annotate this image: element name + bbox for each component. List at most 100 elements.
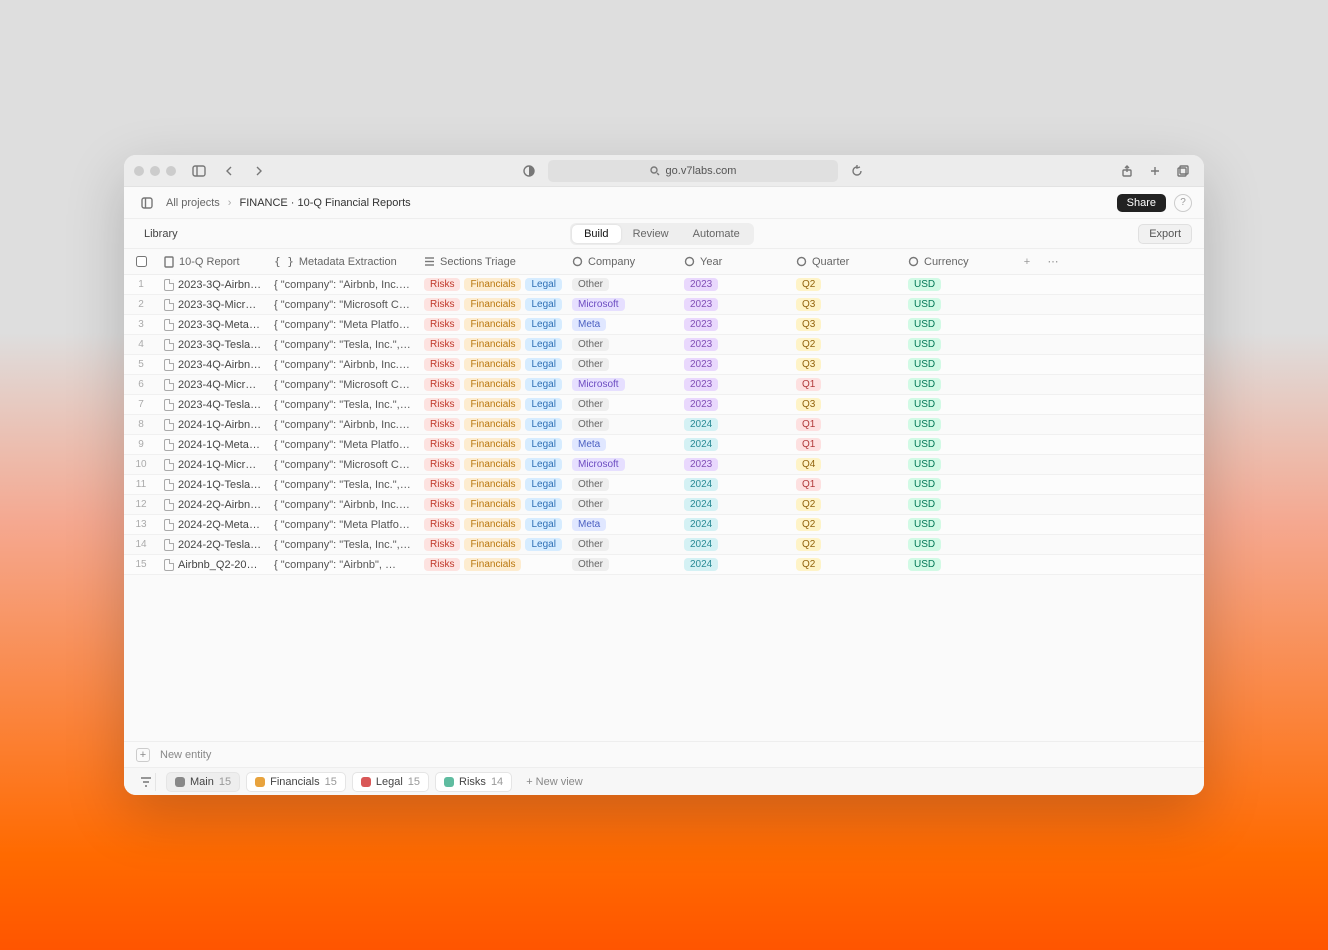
file-cell[interactable]: 2024-2Q-Meta.pdf <box>158 519 268 531</box>
new-view-button[interactable]: + New view <box>518 773 591 791</box>
sections-cell[interactable]: RisksFinancialsLegal <box>418 338 566 351</box>
panel-icon[interactable] <box>136 192 158 214</box>
share-icon[interactable] <box>1116 160 1138 182</box>
quarter-cell[interactable]: Q3 <box>790 318 902 331</box>
company-cell[interactable]: Other <box>566 418 678 431</box>
currency-cell[interactable]: USD <box>902 418 1014 431</box>
nav-forward-icon[interactable] <box>248 160 270 182</box>
table-row[interactable]: 12023-3Q-Airbnb.pdf{ "company": "Airbnb,… <box>124 275 1204 295</box>
year-cell[interactable]: 2024 <box>678 418 790 431</box>
quarter-cell[interactable]: Q3 <box>790 298 902 311</box>
company-cell[interactable]: Other <box>566 498 678 511</box>
shield-icon[interactable] <box>518 160 540 182</box>
sections-cell[interactable]: RisksFinancialsLegal <box>418 398 566 411</box>
sections-cell[interactable]: RisksFinancialsLegal <box>418 318 566 331</box>
tab-review[interactable]: Review <box>621 225 681 243</box>
file-cell[interactable]: 2024-1Q-Microsoft.pdf <box>158 459 268 471</box>
table-row[interactable]: 92024-1Q-Meta.pdf{ "company": "Meta Plat… <box>124 435 1204 455</box>
table-row[interactable]: 15Airbnb_Q2-2024-Sha…{ "company": "Airbn… <box>124 555 1204 575</box>
year-cell[interactable]: 2023 <box>678 358 790 371</box>
year-cell[interactable]: 2023 <box>678 378 790 391</box>
minimize-dot[interactable] <box>150 166 160 176</box>
currency-cell[interactable]: USD <box>902 558 1014 571</box>
col-metadata[interactable]: { } Metadata Extraction <box>268 255 418 268</box>
currency-cell[interactable]: USD <box>902 398 1014 411</box>
file-cell[interactable]: 2023-4Q-Microsoft.pdf <box>158 379 268 391</box>
sections-cell[interactable]: RisksFinancialsLegal <box>418 418 566 431</box>
year-cell[interactable]: 2023 <box>678 458 790 471</box>
currency-cell[interactable]: USD <box>902 358 1014 371</box>
file-cell[interactable]: 2024-2Q-Tesla.pdf <box>158 539 268 551</box>
company-cell[interactable]: Other <box>566 398 678 411</box>
company-cell[interactable]: Microsoft <box>566 378 678 391</box>
table-row[interactable]: 112024-1Q-Tesla.pdf{ "company": "Tesla, … <box>124 475 1204 495</box>
file-cell[interactable]: 2024-1Q-Meta.pdf <box>158 439 268 451</box>
currency-cell[interactable]: USD <box>902 458 1014 471</box>
year-cell[interactable]: 2024 <box>678 538 790 551</box>
currency-cell[interactable]: USD <box>902 518 1014 531</box>
year-cell[interactable]: 2024 <box>678 498 790 511</box>
table-row[interactable]: 52023-4Q-Airbnb.pdf{ "company": "Airbnb,… <box>124 355 1204 375</box>
company-cell[interactable]: Other <box>566 558 678 571</box>
new-entity-row[interactable]: + New entity <box>124 741 1204 767</box>
currency-cell[interactable]: USD <box>902 338 1014 351</box>
quarter-cell[interactable]: Q2 <box>790 518 902 531</box>
company-cell[interactable]: Microsoft <box>566 458 678 471</box>
metadata-cell[interactable]: { "company": "Airbnb, Inc.", … <box>268 419 418 431</box>
company-cell[interactable]: Meta <box>566 518 678 531</box>
company-cell[interactable]: Other <box>566 338 678 351</box>
year-cell[interactable]: 2024 <box>678 518 790 531</box>
tab-build[interactable]: Build <box>572 225 620 243</box>
tab-automate[interactable]: Automate <box>681 225 752 243</box>
file-cell[interactable]: 2023-3Q-Meta.pdf <box>158 319 268 331</box>
sections-cell[interactable]: RisksFinancialsLegal <box>418 358 566 371</box>
col-sections[interactable]: Sections Triage <box>418 256 566 268</box>
sections-cell[interactable]: RisksFinancialsLegal <box>418 458 566 471</box>
table-row[interactable]: 72023-4Q-Tesla.pdf{ "company": "Tesla, I… <box>124 395 1204 415</box>
window-controls[interactable] <box>134 166 176 176</box>
sections-cell[interactable]: RisksFinancialsLegal <box>418 498 566 511</box>
sections-cell[interactable]: RisksFinancialsLegal <box>418 518 566 531</box>
view-tab-risks[interactable]: Risks14 <box>435 772 512 792</box>
metadata-cell[interactable]: { "company": "Tesla, Inc.", … <box>268 399 418 411</box>
file-cell[interactable]: 2024-1Q-Airbnb.pdf <box>158 419 268 431</box>
year-cell[interactable]: 2024 <box>678 438 790 451</box>
export-button[interactable]: Export <box>1138 224 1192 244</box>
close-dot[interactable] <box>134 166 144 176</box>
table-row[interactable]: 82024-1Q-Airbnb.pdf{ "company": "Airbnb,… <box>124 415 1204 435</box>
sections-cell[interactable]: RisksFinancialsLegal <box>418 438 566 451</box>
currency-cell[interactable]: USD <box>902 378 1014 391</box>
year-cell[interactable]: 2023 <box>678 398 790 411</box>
help-icon[interactable]: ? <box>1174 194 1192 212</box>
sections-cell[interactable]: RisksFinancialsLegal <box>418 298 566 311</box>
breadcrumb-root[interactable]: All projects <box>166 197 220 209</box>
sections-cell[interactable]: RisksFinancials <box>418 558 566 571</box>
col-report[interactable]: 10-Q Report <box>158 256 268 268</box>
currency-cell[interactable]: USD <box>902 538 1014 551</box>
metadata-cell[interactable]: { "company": "Tesla, Inc.", … <box>268 479 418 491</box>
table-row[interactable]: 32023-3Q-Meta.pdf{ "company": "Meta Plat… <box>124 315 1204 335</box>
quarter-cell[interactable]: Q3 <box>790 398 902 411</box>
add-column-button[interactable]: + <box>1014 256 1040 268</box>
view-tab-financials[interactable]: Financials15 <box>246 772 346 792</box>
company-cell[interactable]: Microsoft <box>566 298 678 311</box>
table-row[interactable]: 142024-2Q-Tesla.pdf{ "company": "Tesla, … <box>124 535 1204 555</box>
col-company[interactable]: Company <box>566 256 678 268</box>
table-row[interactable]: 42023-3Q-Tesla.pdf{ "company": "Tesla, I… <box>124 335 1204 355</box>
col-year[interactable]: Year <box>678 256 790 268</box>
zoom-dot[interactable] <box>166 166 176 176</box>
file-cell[interactable]: 2023-4Q-Tesla.pdf <box>158 399 268 411</box>
library-label[interactable]: Library <box>136 224 186 244</box>
sidebar-toggle-icon[interactable] <box>188 160 210 182</box>
year-cell[interactable]: 2023 <box>678 298 790 311</box>
year-cell[interactable]: 2024 <box>678 478 790 491</box>
file-cell[interactable]: 2023-3Q-Microsoft.pdf <box>158 299 268 311</box>
sections-cell[interactable]: RisksFinancialsLegal <box>418 538 566 551</box>
metadata-cell[interactable]: { "company": "Meta Platforms, Inc.", … <box>268 319 418 331</box>
col-quarter[interactable]: Quarter <box>790 256 902 268</box>
year-cell[interactable]: 2023 <box>678 338 790 351</box>
reload-icon[interactable] <box>846 160 868 182</box>
tabs-icon[interactable] <box>1172 160 1194 182</box>
metadata-cell[interactable]: { "company": "Meta Platforms, Inc.", … <box>268 439 418 451</box>
metadata-cell[interactable]: { "company": "Tesla, Inc.", … <box>268 339 418 351</box>
